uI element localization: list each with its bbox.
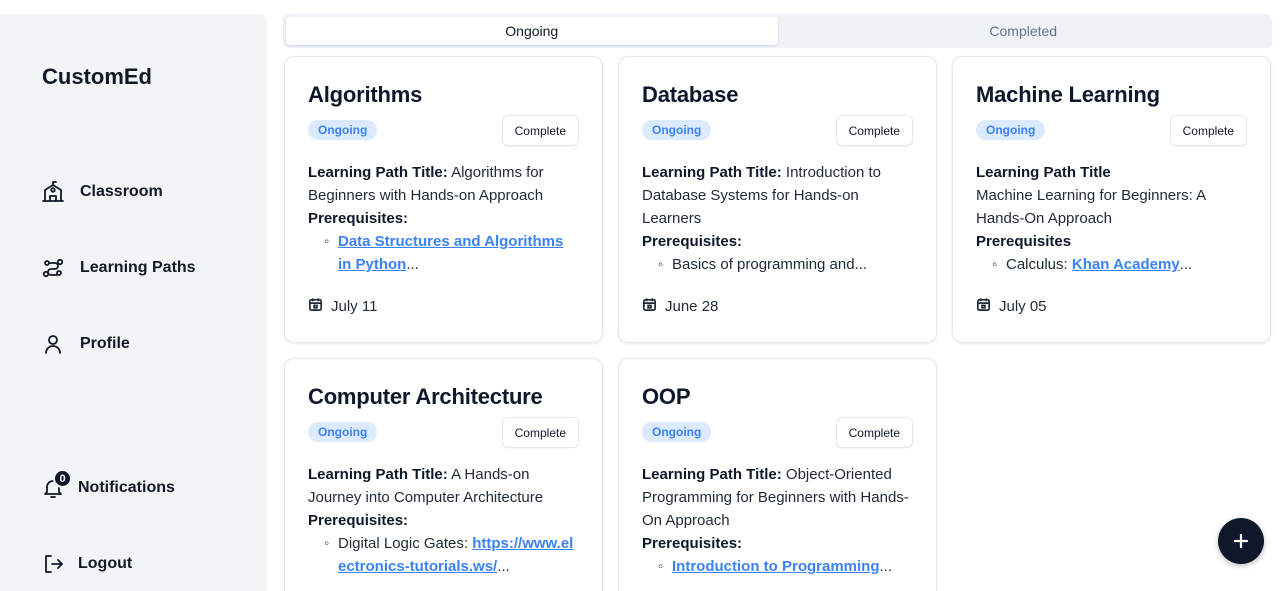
prerequisite-item: Basics of programming and...	[642, 253, 913, 276]
course-description: Learning Path Title: Algorithms for Begi…	[308, 161, 579, 276]
course-date: June 28	[642, 297, 718, 316]
sidebar: CustomEd Classroom Learning Paths Profil…	[0, 14, 267, 591]
complete-button[interactable]: Complete	[835, 417, 913, 448]
date-text: July 11	[331, 298, 378, 315]
tab-ongoing[interactable]: Ongoing	[286, 17, 778, 45]
prerequisite-item: Calculus: Khan Academy...	[976, 253, 1247, 276]
route-icon	[40, 255, 66, 281]
prerequisite-text: Calculus:	[1006, 256, 1072, 273]
course-description: Learning Path Title Machine Learning for…	[976, 161, 1247, 276]
learning-path-label: Learning Path Title:	[642, 164, 782, 181]
sidebar-item-label: Learning Paths	[80, 259, 196, 276]
logout-button[interactable]: Logout	[40, 551, 132, 577]
prerequisite-item: Introduction to Programming...	[642, 555, 913, 578]
course-description: Learning Path Title: Introduction to Dat…	[642, 161, 913, 276]
status-badge: Ongoing	[642, 120, 712, 140]
course-title: Algorithms	[308, 82, 423, 107]
complete-button[interactable]: Complete	[501, 115, 579, 146]
prerequisite-link[interactable]: Data Structures and Algorithms in Python	[338, 233, 563, 273]
course-description: Learning Path Title: Object-Oriented Pro…	[642, 463, 913, 578]
sidebar-item-label: Classroom	[80, 183, 163, 200]
prerequisite-text: Digital Logic Gates:	[338, 535, 473, 552]
prerequisite-link[interactable]: Introduction to Programming	[672, 558, 880, 575]
course-date: July 05	[976, 297, 1047, 316]
prerequisite-link[interactable]: Khan Academy	[1072, 256, 1180, 273]
learning-path-title: Machine Learning for Beginners: A Hands-…	[976, 187, 1206, 227]
prerequisites-label: Prerequisites:	[642, 233, 743, 250]
notification-count-badge: 0	[53, 469, 72, 488]
date-text: July 05	[999, 298, 1047, 315]
prerequisites-label: Prerequisites:	[308, 512, 409, 529]
complete-button[interactable]: Complete	[501, 417, 579, 448]
course-description: Learning Path Title: A Hands-on Journey …	[308, 463, 579, 578]
sidebar-item-profile[interactable]: Profile	[40, 331, 130, 357]
status-badge: Ongoing	[642, 422, 712, 442]
learning-path-label: Learning Path Title	[976, 164, 1111, 181]
prerequisite-item: Data Structures and Algorithms in Python…	[308, 230, 579, 276]
sidebar-item-learning-paths[interactable]: Learning Paths	[40, 255, 196, 281]
course-card[interactable]: Computer Architecture Ongoing Complete L…	[284, 358, 603, 591]
bell-icon: 0	[40, 469, 72, 501]
status-badge: Ongoing	[976, 120, 1046, 140]
prerequisite-ellipsis: ...	[406, 256, 419, 273]
course-title: Database	[642, 82, 739, 107]
date-text: June 28	[665, 298, 719, 315]
school-icon	[40, 179, 66, 205]
prerequisite-ellipsis: ...	[1179, 256, 1193, 273]
status-badge: Ongoing	[308, 422, 378, 442]
complete-button[interactable]: Complete	[835, 115, 913, 146]
course-date: July 11	[308, 297, 377, 316]
course-card[interactable]: Algorithms Ongoing Complete Learning Pat…	[284, 56, 603, 343]
status-badge: Ongoing	[308, 120, 378, 140]
sidebar-item-label: Notifications	[78, 479, 175, 496]
sidebar-item-classroom[interactable]: Classroom	[40, 179, 163, 205]
course-card[interactable]: OOP Ongoing Complete Learning Path Title…	[618, 358, 937, 591]
prerequisite-text: Basics of programming and...	[672, 256, 868, 273]
prerequisites-label: Prerequisites:	[642, 535, 743, 552]
sidebar-item-label: Profile	[80, 335, 130, 352]
status-tabs: Ongoing Completed	[283, 14, 1272, 48]
app-logo: CustomEd	[42, 64, 152, 89]
prerequisite-ellipsis: ...	[879, 558, 893, 575]
course-title: Machine Learning	[976, 82, 1160, 107]
sidebar-item-notifications[interactable]: 0 Notifications	[40, 469, 175, 501]
course-card[interactable]: Database Ongoing Complete Learning Path …	[618, 56, 937, 343]
prerequisites-label: Prerequisites:	[308, 210, 409, 227]
prerequisites-label: Prerequisites	[976, 233, 1072, 250]
prerequisite-ellipsis: ...	[497, 558, 510, 575]
calendar-icon	[642, 297, 657, 316]
add-course-button[interactable]	[1218, 518, 1264, 564]
logout-icon	[40, 551, 66, 577]
calendar-icon	[308, 297, 323, 316]
course-title: OOP	[642, 384, 691, 409]
tab-completed[interactable]: Completed	[778, 17, 1270, 45]
learning-path-label: Learning Path Title:	[308, 466, 448, 483]
complete-button[interactable]: Complete	[1169, 115, 1247, 146]
user-icon	[40, 331, 66, 357]
prerequisite-item: Digital Logic Gates: https://www.electro…	[308, 532, 579, 578]
plus-icon	[1231, 531, 1251, 551]
logout-label: Logout	[78, 555, 133, 572]
learning-path-label: Learning Path Title:	[642, 466, 782, 483]
learning-path-label: Learning Path Title:	[308, 164, 448, 181]
course-title: Computer Architecture	[308, 384, 543, 409]
course-card[interactable]: Machine Learning Ongoing Complete Learni…	[952, 56, 1271, 343]
calendar-icon	[976, 297, 991, 316]
